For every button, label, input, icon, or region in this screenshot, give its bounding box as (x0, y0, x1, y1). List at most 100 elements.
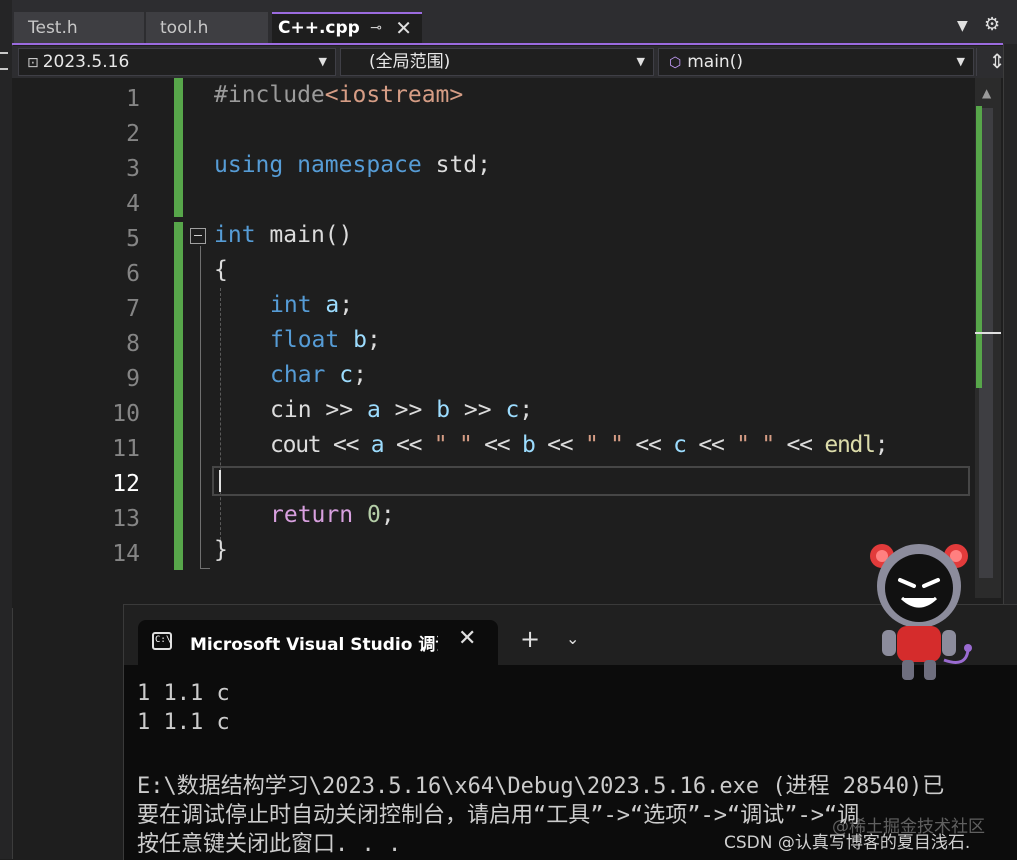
code-line-1: #include<iostream> (214, 82, 463, 108)
line-number: 7 (126, 296, 140, 322)
preprocessor-directive: #include (214, 82, 325, 108)
punctuation: ; (339, 292, 354, 318)
code-line-13: return 0; (270, 502, 395, 528)
punctuation: ; (874, 432, 889, 458)
punctuation: ; (366, 327, 381, 353)
fold-outline-end (200, 568, 210, 569)
punctuation: { (214, 257, 228, 283)
csdn-watermark: CSDN @认真写博客的夏目浅石. (724, 833, 971, 853)
tab-tool-h[interactable]: tool.h (146, 12, 268, 44)
code-line-14: } (214, 537, 228, 563)
keyword: return (270, 502, 354, 528)
punctuation: ; (353, 362, 367, 388)
chevron-down-icon[interactable]: ⌄ (566, 629, 579, 648)
line-number: 9 (126, 366, 140, 392)
chevron-down-icon: ▼ (956, 55, 965, 68)
operator: << (773, 432, 825, 458)
line-number: 1 (126, 86, 140, 112)
operator: << (622, 432, 674, 458)
tab-label: tool.h (160, 18, 209, 38)
operator: >> (380, 397, 437, 423)
navigation-bar: ⊡ 2023.5.16 ▼ (全局范围) ▼ ⬡ main() ▼ ⇕ (12, 46, 1017, 78)
gear-icon[interactable]: ⚙ (984, 14, 1000, 35)
string-literal: " " (433, 432, 473, 458)
tab-label: C++.cpp (278, 18, 360, 38)
terminal-icon: C:\ (152, 632, 172, 650)
tab-cpp-active[interactable]: C++.cpp ⊸ ✕ (272, 12, 422, 44)
project-dropdown[interactable]: ⊡ 2023.5.16 ▼ (18, 48, 336, 76)
code-line-8: float b; (270, 327, 381, 353)
scroll-up-icon[interactable]: ▲ (982, 86, 991, 100)
close-icon[interactable]: ✕ (458, 626, 476, 651)
console-tab-title: Microsoft Visual Studio 调试控制台 (190, 635, 438, 655)
caret-position-marker (975, 332, 1001, 334)
member-dropdown[interactable]: ⬡ main() ▼ (658, 48, 974, 76)
tab-test-h[interactable]: Test.h (14, 12, 144, 44)
panel-marker (0, 52, 8, 54)
cube-icon: ⬡ (669, 55, 682, 71)
line-number: 8 (126, 331, 140, 357)
tab-accent-line (12, 43, 1003, 45)
punctuation: ; (519, 397, 534, 423)
current-line-highlight (212, 466, 970, 496)
new-tab-icon[interactable]: + (520, 625, 540, 653)
punctuation: ; (380, 502, 395, 528)
vertical-scrollbar[interactable]: ▲ (975, 78, 1001, 598)
robot-mascot-sticker (870, 544, 972, 680)
line-number-current: 12 (112, 471, 140, 497)
operator: << (383, 432, 434, 458)
chevron-down-icon: ▼ (318, 55, 327, 68)
keyword: namespace (297, 152, 422, 178)
code-line-6: { (214, 257, 228, 283)
console-output-line: 1 1.1 c (137, 710, 230, 735)
change-tracking-map (976, 106, 982, 388)
operator: >> (450, 397, 506, 423)
code-line-10: cin >> a >> b >> c; (270, 397, 533, 423)
change-tracking-gap (174, 217, 183, 222)
operator: << (471, 432, 522, 458)
variable: a (370, 432, 385, 458)
chevron-down-icon[interactable]: ▼ (957, 18, 968, 34)
include-header: <iostream> (324, 82, 464, 108)
right-panel-edge (1003, 44, 1017, 604)
code-line-11: cout << a << " " << b << " " << c << " "… (270, 432, 889, 458)
line-number: 13 (112, 506, 140, 532)
pin-icon[interactable]: ⊸ (370, 14, 382, 42)
console-output-line: 1 1.1 c (137, 681, 230, 706)
line-number: 3 (126, 156, 140, 182)
keyword: int (214, 222, 256, 248)
member-name: main() (687, 52, 743, 72)
variable: c (339, 362, 354, 388)
line-number: 2 (126, 121, 140, 147)
identifier: std; (435, 152, 491, 178)
identifier: endl (824, 432, 876, 458)
close-icon[interactable]: ✕ (395, 14, 412, 42)
indent-guide (220, 288, 221, 550)
line-number: 14 (112, 541, 140, 567)
collapse-icon[interactable] (190, 228, 206, 244)
document-tab-strip: Test.h tool.h C++.cpp ⊸ ✕ ▼ ⚙ (12, 0, 1017, 44)
keyword: using (214, 152, 284, 178)
variable: a (366, 397, 381, 423)
code-line-3: using namespace std; (214, 152, 491, 178)
console-output-line: E:\数据结构学习\2023.5.16\x64\Debug\2023.5.16.… (137, 774, 945, 799)
console-tab[interactable]: C:\ Microsoft Visual Studio 调试控制台 ✕ (138, 620, 498, 665)
variable: b (521, 432, 536, 458)
variable: c (673, 432, 687, 458)
scope-dropdown[interactable]: (全局范围) ▼ (340, 48, 654, 76)
tab-label: Test.h (28, 18, 78, 38)
keyword: char (270, 362, 326, 388)
string-literal: " " (584, 432, 624, 458)
operator: << (534, 432, 585, 458)
line-number: 6 (126, 261, 140, 287)
line-number: 10 (112, 401, 140, 427)
code-editor[interactable]: 1 2 3 4 5 6 7 8 9 10 11 12 13 14 #includ… (12, 78, 975, 608)
identifier: cin (270, 397, 312, 423)
operator: << (685, 432, 737, 458)
variable: b (436, 397, 451, 423)
code-line-5: int main() (214, 222, 353, 248)
punctuation: } (214, 537, 228, 563)
line-number: 11 (112, 436, 140, 462)
console-output-line: 按任意键关闭此窗口. . . (137, 832, 402, 857)
keyword: float (270, 327, 340, 353)
